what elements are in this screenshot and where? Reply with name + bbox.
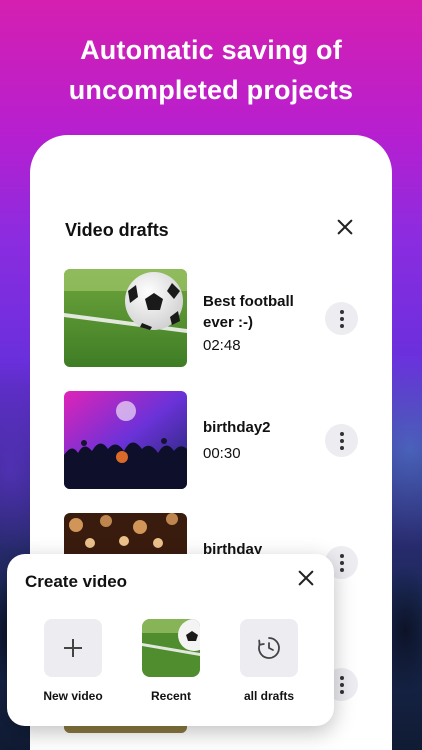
new-video-button[interactable]: New video <box>33 619 113 703</box>
football-thumbnail <box>142 619 200 677</box>
close-icon[interactable] <box>334 217 356 239</box>
concert-thumbnail-image <box>64 391 187 489</box>
draft-duration: 00:30 <box>203 445 241 462</box>
drafts-title: Video drafts <box>65 220 169 240</box>
all-drafts-button[interactable]: all drafts <box>229 619 309 703</box>
draft-name: birthday2 <box>203 419 271 436</box>
football-thumbnail-image <box>64 269 187 367</box>
recent-button[interactable]: Recent <box>131 619 211 703</box>
draft-thumbnail <box>64 391 187 489</box>
close-icon[interactable] <box>295 568 317 590</box>
new-video-tile[interactable] <box>44 619 102 677</box>
create-video-sheet: Create video New video Recent all drafts <box>7 554 334 726</box>
more-vertical-icon[interactable] <box>325 302 358 335</box>
draft-item[interactable]: Best football ever :-) 02:48 <box>64 269 364 367</box>
more-vertical-icon[interactable] <box>325 424 358 457</box>
all-drafts-label: all drafts <box>243 689 294 703</box>
all-drafts-tile[interactable] <box>240 619 298 677</box>
draft-thumbnail <box>64 269 187 367</box>
sheet-title: Create video <box>25 572 128 591</box>
draft-duration: 02:48 <box>203 337 241 354</box>
recent-label: Recent <box>150 689 191 703</box>
clock-icon <box>258 637 280 659</box>
headline-line-2: uncompleted projects <box>68 75 354 105</box>
plus-icon <box>64 639 82 657</box>
draft-name: Best football ever :-) <box>203 293 294 331</box>
recent-tile[interactable] <box>142 619 200 677</box>
draft-item[interactable]: birthday2 00:30 <box>64 391 364 489</box>
headline: Automatic saving of uncompleted projects <box>0 30 422 110</box>
new-video-label: New video <box>43 689 103 703</box>
headline-line-1: Automatic saving of <box>80 35 342 65</box>
